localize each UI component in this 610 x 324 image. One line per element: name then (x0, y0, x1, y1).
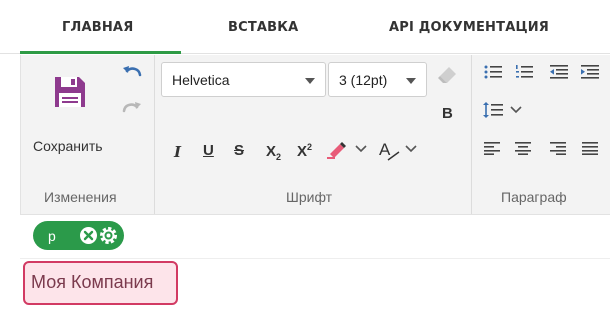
line-spacing-icon[interactable] (483, 101, 503, 119)
align-right-icon[interactable] (550, 141, 566, 155)
strikethrough-button[interactable]: S (234, 143, 244, 158)
save-label: Сохранить (33, 138, 103, 154)
tab-insert[interactable]: ВСТАВКА (228, 20, 298, 42)
font-size-select[interactable]: 3 (12pt) (328, 62, 427, 97)
underline-button[interactable]: U (203, 143, 214, 158)
font-family-select[interactable]: Helvetica (161, 62, 326, 97)
tab-api-docs[interactable]: API ДОКУМЕНТАЦИЯ (389, 20, 549, 42)
group-divider (154, 55, 155, 214)
align-justify-icon[interactable] (582, 141, 598, 155)
highlighter-icon[interactable] (326, 140, 350, 160)
chevron-down-icon[interactable] (510, 105, 522, 115)
italic-button[interactable]: I (174, 145, 181, 160)
tag-label: p (48, 228, 56, 244)
align-center-icon[interactable] (515, 141, 531, 155)
bold-button[interactable]: B (442, 106, 453, 121)
bullet-list-icon[interactable] (484, 64, 502, 80)
group-divider (471, 55, 472, 214)
editor-divider (20, 258, 610, 259)
tag-settings-icon[interactable] (98, 225, 119, 246)
superscript-label: X (297, 143, 308, 160)
font-color-underline (387, 151, 400, 161)
remove-tag-icon[interactable] (79, 226, 98, 245)
element-tag-badge: p (33, 221, 124, 250)
company-name-field[interactable]: Моя Компания (23, 261, 178, 305)
numbered-list-icon[interactable] (515, 64, 533, 80)
save-icon (55, 77, 85, 107)
subscript-button[interactable]: X2 (266, 143, 282, 162)
chevron-down-icon (305, 78, 315, 84)
align-left-icon[interactable] (484, 141, 500, 155)
font-size-value: 3 (12pt) (339, 72, 388, 88)
subscript-label: X (266, 143, 277, 160)
superscript-button[interactable]: X2 (297, 142, 313, 160)
changes-group-title: Изменения (44, 189, 117, 205)
indent-icon[interactable] (581, 64, 599, 80)
editor-area[interactable]: p Моя Компания (20, 216, 610, 324)
superscript-mark: 2 (307, 142, 313, 152)
eraser-icon[interactable] (437, 65, 457, 85)
save-button[interactable]: Сохранить (29, 67, 111, 154)
chevron-down-icon[interactable] (405, 144, 417, 154)
paragraph-group-title: Параграф (501, 189, 567, 205)
tab-home[interactable]: ГЛАВНАЯ (62, 20, 133, 42)
ribbon-toolbar: Сохранить Изменения Helvetica 3 (12pt) B… (20, 55, 610, 215)
outdent-icon[interactable] (550, 64, 568, 80)
font-family-value: Helvetica (172, 72, 230, 88)
undo-icon[interactable] (121, 63, 143, 85)
chevron-down-icon[interactable] (355, 144, 367, 154)
redo-icon[interactable] (121, 99, 143, 121)
chevron-down-icon (406, 78, 416, 84)
font-group-title: Шрифт (286, 189, 333, 205)
ribbon-tabs: ГЛАВНАЯ ВСТАВКА API ДОКУМЕНТАЦИЯ (0, 0, 610, 54)
active-tab-indicator (20, 51, 181, 54)
subscript-mark: 2 (276, 152, 282, 162)
